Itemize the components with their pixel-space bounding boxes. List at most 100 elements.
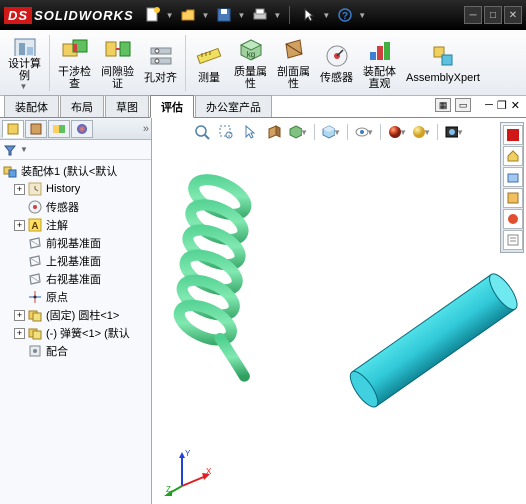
expand-toggle[interactable]: +: [14, 328, 25, 339]
cursor-icon: [300, 6, 318, 24]
hole-align-button[interactable]: 孔对齐: [140, 33, 181, 93]
expand-toggle[interactable]: +: [14, 220, 25, 231]
select-button[interactable]: [298, 4, 320, 26]
mass-props-button[interactable]: kg 质量属 性: [230, 33, 271, 93]
expand-toggle[interactable]: +: [14, 184, 25, 195]
tree-root[interactable]: 装配体1 (默认<默认: [0, 162, 151, 180]
clearance-button[interactable]: 间隙验 证: [97, 33, 138, 93]
tree-node[interactable]: 上视基准面: [0, 252, 151, 270]
section-props-button[interactable]: 剖面属 性: [273, 33, 314, 93]
zoom-area-button[interactable]: [216, 122, 236, 142]
tree-node-label: 右视基准面: [46, 271, 101, 287]
tree-node[interactable]: +A注解: [0, 216, 151, 234]
logo-ds-icon: DS: [4, 7, 32, 24]
hole-align-icon: [147, 42, 175, 70]
tab-assembly[interactable]: 装配体: [4, 95, 59, 117]
tree-node[interactable]: 配合: [0, 342, 151, 360]
tree-node[interactable]: 原点: [0, 288, 151, 306]
assembly-icon: [2, 163, 18, 179]
open-icon: [180, 6, 198, 24]
appearances-tab[interactable]: [503, 209, 523, 229]
save-icon: [215, 6, 233, 24]
display-tab[interactable]: [71, 120, 93, 138]
orientation-triad[interactable]: Y X Z: [164, 446, 214, 496]
open-button[interactable]: [178, 4, 200, 26]
config-tab[interactable]: [48, 120, 70, 138]
print-button[interactable]: [249, 4, 271, 26]
display-style-button[interactable]: ▼: [321, 122, 341, 142]
palette-icon: [506, 191, 520, 205]
config-icon: [52, 122, 66, 136]
svg-text:A: A: [31, 221, 38, 232]
assembly-vis-icon: [366, 36, 394, 64]
sensor-button[interactable]: 传感器: [316, 33, 357, 93]
section-view-button[interactable]: [264, 122, 284, 142]
assembly-xpert-button[interactable]: AssemblyXpert: [402, 33, 484, 93]
scene-button[interactable]: ▼: [411, 122, 431, 142]
svg-text:Z: Z: [166, 485, 171, 494]
interference-button[interactable]: 干涉检 查: [54, 33, 95, 93]
svg-text:Y: Y: [185, 449, 191, 458]
rb-label: 剖面属 性: [277, 66, 310, 90]
rebuild-button[interactable]: ?: [334, 4, 356, 26]
measure-button[interactable]: 测量: [190, 33, 228, 93]
custom-props-tab[interactable]: [503, 230, 523, 250]
tree-node[interactable]: 右视基准面: [0, 270, 151, 288]
doc-window-controls: ▦ ▭ ─ ❐ ✕: [435, 98, 520, 112]
interference-icon: [61, 36, 89, 64]
design-lib-tab[interactable]: [503, 146, 523, 166]
filter-input[interactable]: ▼: [4, 144, 147, 156]
tree-node[interactable]: +(固定) 圆柱<1>: [0, 306, 151, 324]
file-explorer-tab[interactable]: [503, 167, 523, 187]
design-study-button[interactable]: 设计算 例▼: [4, 33, 45, 93]
section-props-icon: [280, 36, 308, 64]
tab-office[interactable]: 办公室产品: [195, 95, 272, 117]
svg-text:kg: kg: [246, 50, 254, 59]
tree-node[interactable]: + (-) 弹簧<1> (默认: [0, 324, 151, 342]
zoom-area-icon: [218, 124, 234, 140]
tab-evaluate[interactable]: 评估: [150, 95, 194, 118]
close-button[interactable]: ✕: [504, 6, 522, 24]
part-icon: [27, 307, 43, 323]
render-button[interactable]: ▼: [444, 122, 464, 142]
tree-node[interactable]: 传感器: [0, 198, 151, 216]
filter-bar: ▼: [0, 140, 151, 160]
tree-node-label: 上视基准面: [46, 253, 101, 269]
doc-tile-button[interactable]: ▦: [435, 98, 451, 112]
hide-show-button[interactable]: ▼: [354, 122, 374, 142]
panel-collapse-button[interactable]: »: [143, 123, 149, 135]
new-button[interactable]: [142, 4, 164, 26]
tab-sketch[interactable]: 草图: [105, 95, 149, 117]
home-icon: [506, 149, 520, 163]
section-icon: [266, 124, 282, 140]
cursor-icon: [242, 124, 258, 140]
tree-node[interactable]: 前视基准面: [0, 234, 151, 252]
help-icon: ?: [337, 7, 353, 23]
measure-icon: [195, 42, 223, 70]
prev-view-button[interactable]: [240, 122, 260, 142]
tree-node-label: (-) 弹簧<1> (默认: [46, 325, 130, 341]
expand-toggle[interactable]: +: [14, 310, 25, 321]
appearance-button[interactable]: ▼: [387, 122, 407, 142]
view-orient-button[interactable]: ▼: [288, 122, 308, 142]
tree-node[interactable]: +History: [0, 180, 151, 198]
doc-cascade-button[interactable]: ▭: [455, 98, 471, 112]
rb-label: 干涉检 查: [58, 66, 91, 90]
doc-restore-button[interactable]: ❐: [497, 99, 507, 112]
property-icon: [29, 122, 43, 136]
minimize-button[interactable]: ─: [464, 6, 482, 24]
save-button[interactable]: [213, 4, 235, 26]
feature-tree-tab[interactable]: [2, 120, 24, 138]
doc-close-button[interactable]: ✕: [511, 99, 520, 112]
tab-layout[interactable]: 布局: [60, 95, 104, 117]
title-bar: DS SOLIDWORKS ▼ ▼ ▼ ▼ ▼ ? ▼ ─ □ ✕: [0, 0, 526, 30]
sensor-icon: [323, 42, 351, 70]
resources-tab[interactable]: [503, 125, 523, 145]
maximize-button[interactable]: □: [484, 6, 502, 24]
doc-minimize-button[interactable]: ─: [485, 99, 493, 111]
assembly-vis-button[interactable]: 装配体 直观: [359, 33, 400, 93]
view-palette-tab[interactable]: [503, 188, 523, 208]
property-tab[interactable]: [25, 120, 47, 138]
zoom-fit-button[interactable]: [192, 122, 212, 142]
graphics-viewport[interactable]: ▼ ▼ ▼ ▼ ▼ ▼: [152, 118, 526, 504]
